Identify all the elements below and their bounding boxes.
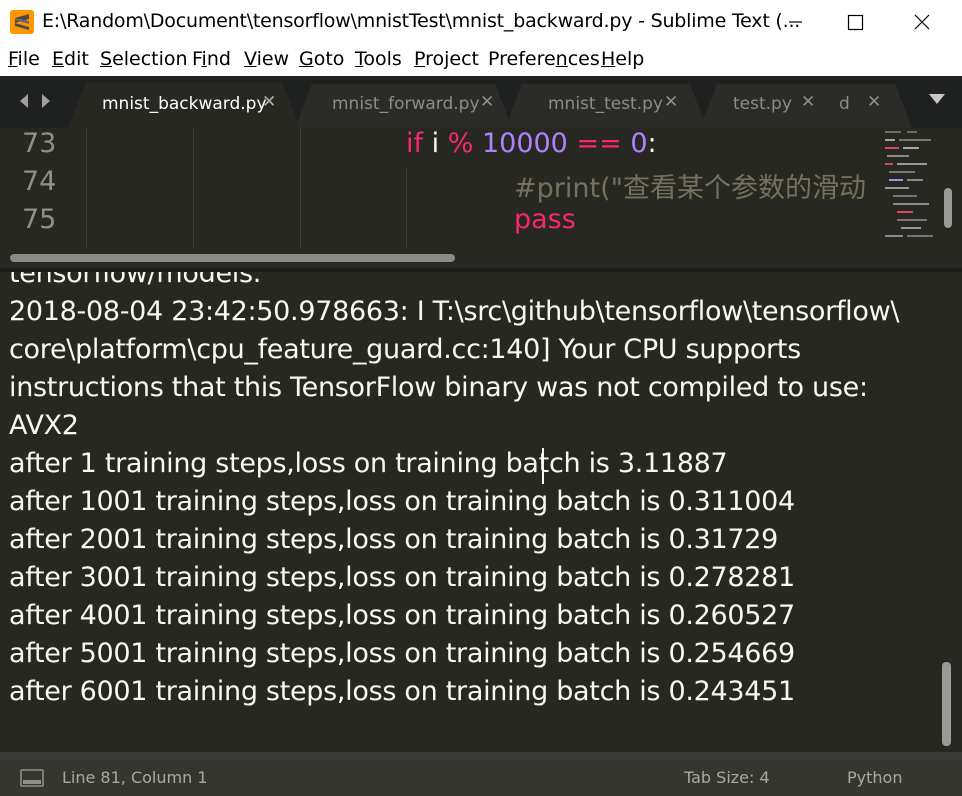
tab-label: mnist_backward.py [102, 94, 267, 114]
output-line: after 1 training steps,loss on training … [9, 448, 728, 479]
menu-help[interactable]: Help [601, 48, 644, 70]
close-icon[interactable]: ✕ [262, 92, 276, 112]
syntax-selector[interactable]: Python [847, 768, 902, 787]
output-line: after 1001 training steps,loss on traini… [9, 486, 795, 517]
tab-scroll-arrows[interactable] [16, 92, 56, 110]
title-bar: E:\Random\Document\tensorflow\mnistTest\… [0, 0, 962, 44]
tab-test[interactable]: test.py ✕ [707, 82, 829, 128]
menu-selection[interactable]: Selection [100, 48, 188, 70]
output-line: after 2001 training steps,loss on traini… [9, 524, 779, 555]
build-output-panel[interactable]: tensorflow/models. 2018-08-04 23:42:50.9… [0, 272, 962, 752]
close-icon[interactable]: ✕ [867, 92, 881, 112]
menu-project[interactable]: Project [414, 48, 479, 70]
tab-label: d [839, 94, 850, 114]
status-bar: Line 81, Column 1 Tab Size: 4 Python [0, 760, 962, 796]
output-line: core\platform\cpu_feature_guard.cc:140] … [9, 334, 801, 365]
tab-label: test.py [733, 94, 792, 114]
tab-mnist-test[interactable]: mnist_test.py ✕ [512, 82, 707, 128]
tab-size-selector[interactable]: Tab Size: 4 [684, 768, 770, 787]
line-number: 73 [22, 128, 57, 159]
indent-guide [406, 168, 407, 248]
indent-guide [300, 128, 301, 248]
close-icon[interactable]: ✕ [480, 92, 494, 112]
panel-bottom-edge [0, 752, 962, 760]
code-editor[interactable]: 73 74 75 if i % 10000 == 0: #print("查看某个… [0, 128, 962, 268]
editor-scrollbar[interactable] [944, 188, 952, 228]
output-line: 2018-08-04 23:42:50.978663: I T:\src\git… [9, 296, 900, 327]
output-line: after 5001 training steps,loss on traini… [9, 638, 795, 669]
output-line: AVX2 [9, 410, 79, 441]
menu-preferences[interactable]: Preferences [488, 48, 600, 70]
menu-tools[interactable]: Tools [355, 48, 402, 70]
tab-mnist-backward[interactable]: mnist_backward.py ✕ [68, 82, 300, 128]
tab-mnist-forward[interactable]: mnist_forward.py ✕ [300, 82, 512, 128]
close-icon[interactable]: ✕ [664, 92, 678, 112]
maximize-button[interactable] [832, 0, 878, 44]
menu-file[interactable]: File [8, 48, 40, 70]
code-line-74: #print("查看某个参数的滑动 [514, 173, 867, 204]
menu-view[interactable]: View [244, 48, 289, 70]
menu-bar: File Edit Selection Find View Goto Tools… [0, 44, 962, 76]
chevron-down-icon[interactable] [928, 92, 946, 106]
close-window-button[interactable] [898, 0, 944, 44]
output-line: after 4001 training steps,loss on traini… [9, 600, 795, 631]
menu-edit[interactable]: Edit [52, 48, 89, 70]
tab-label: mnist_test.py [548, 94, 663, 114]
tab-d[interactable]: d ✕ [829, 82, 909, 128]
output-line: after 3001 training steps,loss on traini… [9, 562, 795, 593]
text-caret [542, 448, 544, 484]
code-line-75: pass [514, 204, 576, 235]
minimap[interactable] [873, 128, 939, 246]
output-line: instructions that this TensorFlow binary… [9, 372, 868, 403]
output-scrollbar[interactable] [942, 662, 951, 746]
output-line: after 6001 training steps,loss on traini… [9, 676, 795, 707]
editor-horizontal-scrollbar[interactable] [10, 254, 455, 262]
indent-guide [193, 128, 194, 248]
output-line: tensorflow/models. [9, 272, 262, 289]
panel-toggle-icon[interactable] [20, 769, 44, 787]
indent-guide [86, 128, 87, 248]
close-icon[interactable]: ✕ [801, 92, 815, 112]
window-title: E:\Random\Document\tensorflow\mnistTest\… [42, 10, 801, 32]
minimize-button[interactable] [772, 0, 818, 44]
code-line-73: if i % 10000 == 0: [406, 128, 657, 159]
cursor-position: Line 81, Column 1 [62, 768, 208, 787]
sublime-text-icon [10, 10, 34, 34]
tab-label: mnist_forward.py [332, 94, 480, 114]
menu-goto[interactable]: Goto [299, 48, 344, 70]
menu-find[interactable]: Find [192, 48, 231, 70]
line-number: 74 [22, 166, 57, 197]
line-number: 75 [22, 204, 57, 235]
